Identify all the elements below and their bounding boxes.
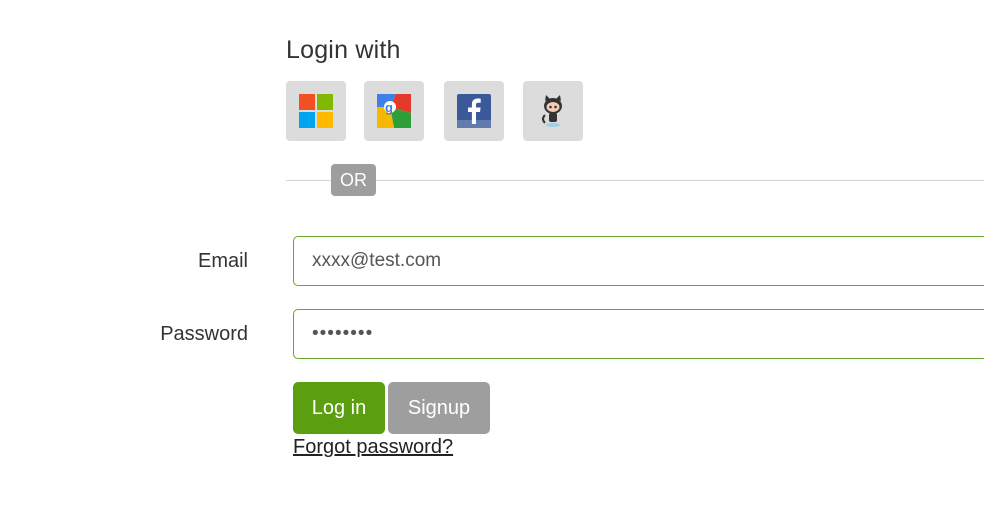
login-page: Login with g OR Email xxxx@test.com Pass… — [0, 0, 984, 523]
email-field[interactable] — [293, 236, 984, 286]
google-login-button[interactable]: g — [364, 81, 424, 141]
password-field[interactable] — [293, 309, 984, 359]
facebook-icon — [457, 94, 491, 128]
or-divider-line — [286, 180, 984, 181]
svg-text:g: g — [385, 100, 393, 115]
github-icon — [542, 95, 562, 127]
email-label: Email — [197, 250, 248, 272]
microsoft-icon — [299, 94, 333, 128]
login-button[interactable]: Log in — [293, 382, 385, 434]
signup-button[interactable]: Signup — [388, 382, 490, 434]
login-with-heading: Login with — [286, 36, 401, 64]
or-divider-badge: OR — [331, 164, 376, 196]
microsoft-login-button[interactable] — [286, 81, 346, 141]
forgot-password-link[interactable]: Forgot password? — [293, 436, 453, 459]
google-icon: g — [377, 94, 411, 128]
facebook-login-button[interactable] — [444, 81, 504, 141]
github-login-button[interactable] — [523, 81, 583, 141]
password-label: Password — [160, 323, 248, 345]
